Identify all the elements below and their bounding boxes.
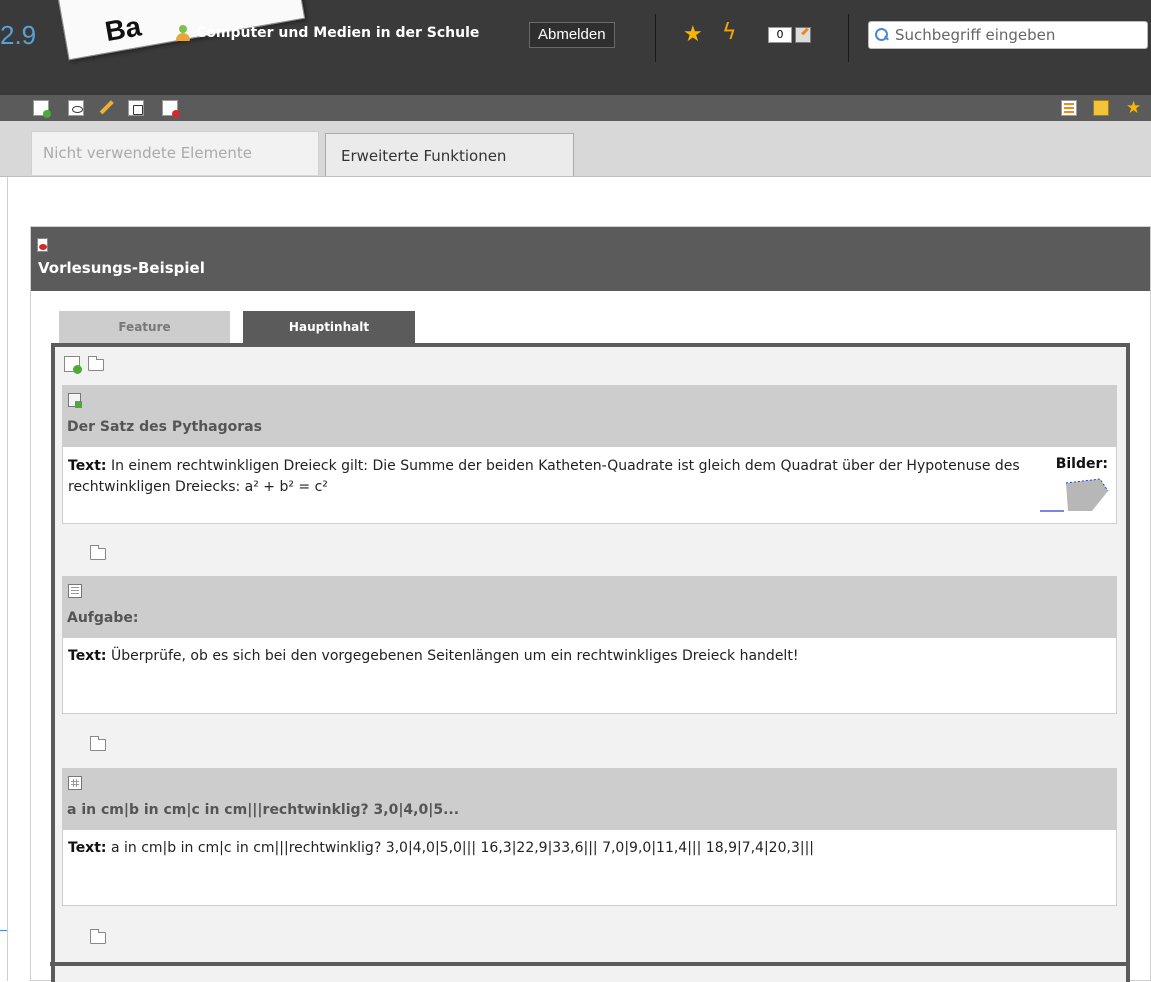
add-favorite-icon[interactable]: ★: [1126, 100, 1142, 117]
folder-icon[interactable]: [90, 736, 106, 751]
user-name[interactable]: Computer und Medien in der Schule: [196, 25, 479, 41]
page-toolbar: ★: [0, 95, 1151, 121]
main-box-bottom-border: [50, 962, 1129, 966]
star-icon[interactable]: ★: [683, 22, 703, 48]
block-header[interactable]: Der Satz des Pythagoras: [62, 385, 1117, 447]
block-header[interactable]: Aufgabe:: [62, 576, 1117, 638]
add-block-icon[interactable]: [64, 356, 82, 374]
mail-icon[interactable]: [1093, 100, 1109, 116]
bolt-icon[interactable]: ϟ: [722, 20, 737, 46]
pdf-icon[interactable]: [37, 238, 48, 252]
content-block: Der Satz des Pythagoras Text: In einem r…: [62, 385, 1117, 524]
tab-advanced-functions[interactable]: Erweiterte Funktionen: [325, 133, 574, 177]
text-block-icon: [68, 584, 82, 598]
edit-icon[interactable]: [95, 97, 118, 120]
block-title: a in cm|b in cm|c in cm|||rechtwinklig? …: [67, 802, 460, 818]
text-label: Text:: [68, 840, 107, 856]
tab-unused-elements[interactable]: Nicht verwendete Elemente: [31, 131, 319, 175]
triangle-thumbnail[interactable]: [1040, 477, 1110, 515]
user-link[interactable]: Computer und Medien in der Schule: [175, 25, 479, 41]
text-image-block-icon: [68, 393, 82, 408]
content-block: Aufgabe: Text: Überprüfe, ob es sich bei…: [62, 576, 1117, 714]
panel-title: Vorlesungs-Beispiel: [38, 259, 205, 277]
preview-icon[interactable]: [68, 100, 84, 116]
list-icon[interactable]: [1061, 100, 1077, 116]
images-label: Bilder:: [1055, 456, 1108, 472]
folder-icon[interactable]: [90, 929, 106, 944]
notes-counter: 0: [768, 27, 792, 43]
block-title: Der Satz des Pythagoras: [67, 419, 262, 435]
content-block: a in cm|b in cm|c in cm|||rechtwinklig? …: [62, 768, 1117, 906]
folder-icon[interactable]: [90, 545, 106, 560]
text-content: Überprüfe, ob es sich bei den vorgegeben…: [110, 648, 799, 664]
text-label: Text:: [68, 458, 107, 474]
text-content: In einem rechtwinkligen Dreieck gilt: Di…: [68, 458, 1020, 495]
block-title: Aufgabe:: [67, 610, 139, 626]
main-content-area: Der Satz des Pythagoras Text: In einem r…: [51, 343, 1130, 982]
divider: [7, 177, 8, 981]
overlay-paper-text: Ba: [102, 10, 144, 48]
search-icon: [875, 28, 889, 42]
version-label: 2.9: [0, 20, 37, 50]
new-page-icon[interactable]: [33, 100, 51, 118]
block-body: Text: Überprüfe, ob es sich bei den vorg…: [62, 638, 1117, 714]
block-text: Text: In einem rechtwinkligen Dreieck gi…: [68, 456, 1028, 498]
lecture-panel: Vorlesungs-Beispiel Feature Hauptinhalt …: [30, 226, 1151, 982]
top-bar: 2.9 Ba Computer und Medien in der Schule…: [0, 0, 1151, 95]
table-block-icon: [68, 776, 82, 790]
schedule-icon[interactable]: [162, 100, 180, 118]
text-content: a in cm|b in cm|c in cm|||rechtwinklig? …: [110, 840, 815, 856]
notes-icon[interactable]: [795, 27, 811, 43]
block-text: Text: a in cm|b in cm|c in cm|||rechtwin…: [68, 840, 814, 856]
divider: [0, 930, 7, 931]
panel-header: Vorlesungs-Beispiel: [31, 227, 1150, 291]
separator: [655, 14, 656, 62]
move-page-icon[interactable]: [128, 100, 144, 116]
tab-feature[interactable]: Feature: [59, 311, 230, 343]
logout-button[interactable]: Abmelden: [529, 22, 615, 48]
tab-main-content[interactable]: Hauptinhalt: [243, 311, 415, 345]
block-header[interactable]: a in cm|b in cm|c in cm|||rechtwinklig? …: [62, 768, 1117, 830]
user-icon: [175, 25, 191, 41]
search-box[interactable]: [868, 21, 1148, 49]
text-label: Text:: [68, 648, 107, 664]
search-input[interactable]: [893, 25, 1133, 45]
block-body: Text: a in cm|b in cm|c in cm|||rechtwin…: [62, 830, 1117, 906]
folder-icon[interactable]: [88, 356, 104, 371]
block-body: Text: In einem rechtwinkligen Dreieck gi…: [62, 447, 1117, 524]
tab-strip: Nicht verwendete Elemente Erweiterte Fun…: [0, 121, 1151, 177]
separator: [848, 14, 849, 62]
block-text: Text: Überprüfe, ob es sich bei den vorg…: [68, 648, 798, 664]
